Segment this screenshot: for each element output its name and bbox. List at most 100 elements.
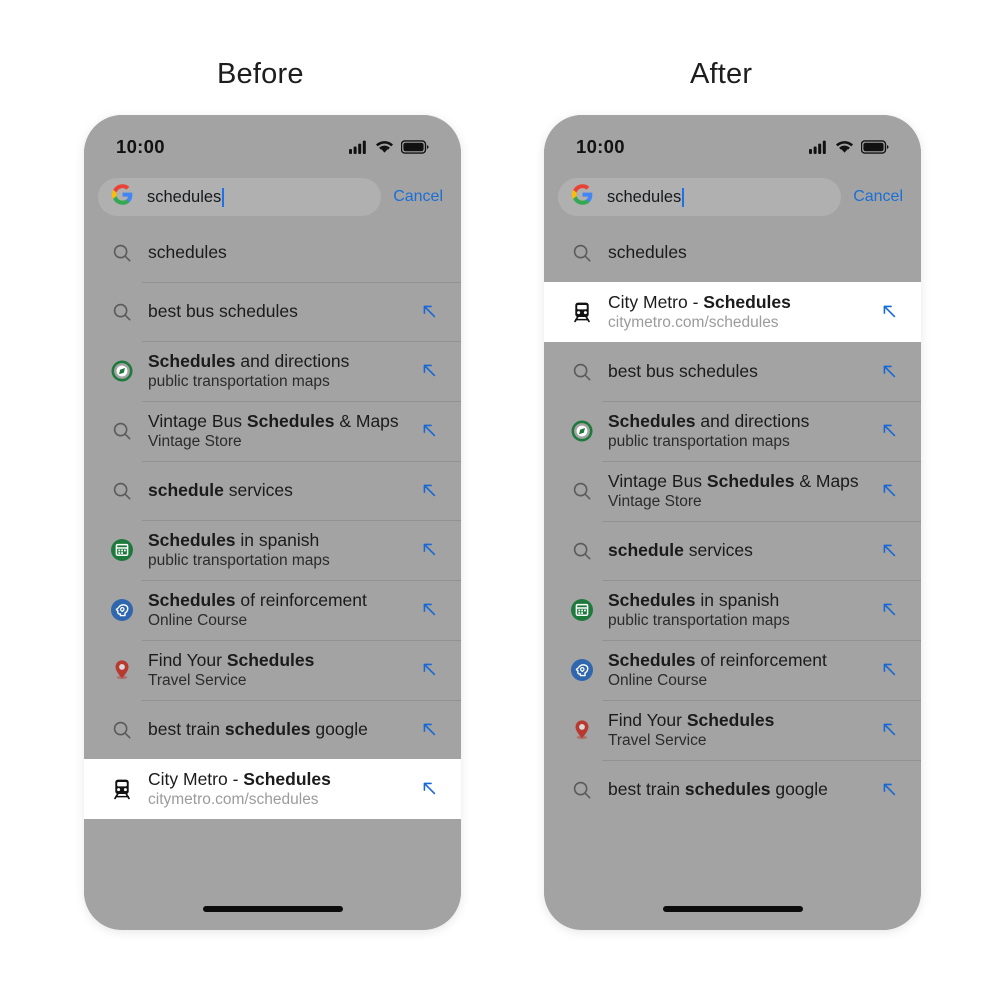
list-item-title: schedule services [608, 540, 753, 561]
list-item-title: Schedules of reinforcement [148, 589, 367, 610]
arrow-up-left-icon[interactable] [419, 480, 441, 502]
search-icon [562, 770, 602, 810]
list-item[interactable]: schedule services [544, 521, 921, 580]
arrow-up-left-icon[interactable] [879, 719, 901, 741]
cellular-signal-icon [809, 140, 828, 154]
search-bar: schedules Cancel [544, 171, 921, 223]
list-item-title: Vintage Bus Schedules & Maps [608, 470, 859, 491]
divider [142, 580, 461, 581]
list-item-text: schedule services [148, 479, 419, 501]
home-indicator[interactable] [662, 906, 803, 912]
list-item-city-metro[interactable]: City Metro - Schedules citymetro.com/sch… [84, 759, 461, 819]
home-indicator-area [544, 888, 921, 930]
brain-icon [562, 650, 602, 690]
list-item-title: best bus schedules [148, 301, 298, 322]
search-input[interactable]: schedules [558, 178, 842, 216]
list-item-title: Find Your Schedules [148, 649, 315, 670]
list-item-text: Schedules and directions public transpor… [148, 350, 419, 393]
list-item-city-metro[interactable]: City Metro - Schedules citymetro.com/sch… [544, 282, 921, 342]
list-item-text: Schedules of reinforcement Online Course [148, 589, 419, 632]
list-item-subtitle: public transportation maps [608, 432, 790, 450]
arrow-up-left-icon[interactable] [879, 361, 901, 383]
list-item-text: Schedules in spanish public transportati… [148, 529, 419, 572]
page-title-after: After [690, 58, 753, 90]
list-item[interactable]: best train schedules google [84, 700, 461, 759]
list-item-title: schedules [148, 242, 227, 263]
arrow-up-left-icon[interactable] [879, 540, 901, 562]
arrow-up-left-icon[interactable] [879, 599, 901, 621]
list-item[interactable]: schedules [544, 223, 921, 282]
list-item[interactable]: Schedules of reinforcement Online Course [544, 640, 921, 700]
list-item[interactable]: Schedules and directions public transpor… [84, 341, 461, 401]
list-item-title: City Metro - Schedules [608, 291, 791, 312]
list-item[interactable]: best bus schedules [84, 282, 461, 341]
list-item-title: Vintage Bus Schedules & Maps [148, 410, 399, 431]
list-item-text: schedule services [608, 539, 879, 561]
list-item[interactable]: Schedules in spanish public transportati… [84, 520, 461, 580]
list-item-subtitle: public transportation maps [608, 611, 790, 629]
list-item[interactable]: Vintage Bus Schedules & Maps Vintage Sto… [544, 461, 921, 521]
list-item[interactable]: schedule services [84, 461, 461, 520]
divider [142, 520, 461, 521]
list-item[interactable]: schedules [84, 223, 461, 282]
arrow-up-left-icon[interactable] [879, 779, 901, 801]
suggestion-list-after: schedules City Metro - Schedules citymet… [544, 223, 921, 888]
list-item[interactable]: Schedules of reinforcement Online Course [84, 580, 461, 640]
page-title-before: Before [217, 58, 304, 90]
list-item[interactable]: Vintage Bus Schedules & Maps Vintage Sto… [84, 401, 461, 461]
arrow-up-left-icon[interactable] [419, 659, 441, 681]
arrow-up-left-icon[interactable] [419, 539, 441, 561]
location-pin-icon [562, 710, 602, 750]
home-indicator[interactable] [202, 906, 343, 912]
list-item-text: best train schedules google [148, 718, 419, 740]
brain-icon [102, 590, 142, 630]
list-item[interactable]: Find Your Schedules Travel Service [544, 700, 921, 760]
list-item[interactable]: Find Your Schedules Travel Service [84, 640, 461, 700]
train-icon [562, 292, 602, 332]
search-icon [102, 471, 142, 511]
list-item-text: Find Your Schedules Travel Service [608, 709, 879, 752]
search-query-value: schedules [147, 187, 222, 206]
list-item-text: Schedules in spanish public transportati… [608, 589, 879, 632]
arrow-up-left-icon[interactable] [879, 301, 901, 323]
list-item[interactable]: best train schedules google [544, 760, 921, 819]
list-item-text: best bus schedules [148, 300, 419, 322]
list-item-subtitle: public transportation maps [148, 372, 330, 390]
divider [602, 401, 921, 402]
list-item[interactable]: Schedules and directions public transpor… [544, 401, 921, 461]
list-item-text: best bus schedules [608, 360, 879, 382]
search-input[interactable]: schedules [98, 178, 382, 216]
status-bar: 10:00 [544, 115, 921, 171]
arrow-up-left-icon[interactable] [879, 480, 901, 502]
list-item-text: City Metro - Schedules citymetro.com/sch… [608, 291, 879, 334]
arrow-up-left-icon[interactable] [419, 360, 441, 382]
divider [142, 461, 461, 462]
list-item-text: best train schedules google [608, 778, 879, 800]
search-icon [562, 531, 602, 571]
arrow-up-left-icon[interactable] [419, 420, 441, 442]
cancel-button[interactable]: Cancel [847, 188, 907, 206]
divider [602, 580, 921, 581]
list-item-title: Schedules in spanish [608, 589, 780, 610]
search-query-text: schedules [607, 187, 685, 207]
search-icon [562, 233, 602, 273]
arrow-up-left-icon[interactable] [879, 659, 901, 681]
arrow-up-left-icon[interactable] [419, 599, 441, 621]
arrow-up-left-icon[interactable] [419, 301, 441, 323]
calendar-icon [562, 590, 602, 630]
list-item[interactable]: Schedules in spanish public transportati… [544, 580, 921, 640]
arrow-up-left-icon[interactable] [419, 778, 441, 800]
google-logo-icon [112, 184, 133, 210]
arrow-up-left-icon[interactable] [419, 719, 441, 741]
list-item-text: Vintage Bus Schedules & Maps Vintage Sto… [148, 410, 419, 453]
list-item-url: citymetro.com/schedules [608, 313, 779, 331]
list-item-title: Find Your Schedules [608, 709, 775, 730]
divider [602, 700, 921, 701]
arrow-up-left-icon[interactable] [879, 420, 901, 442]
list-item[interactable]: best bus schedules [544, 342, 921, 401]
cancel-button[interactable]: Cancel [387, 188, 447, 206]
divider [602, 760, 921, 761]
list-item-text: schedules [148, 241, 419, 263]
divider [602, 461, 921, 462]
divider [142, 282, 461, 283]
